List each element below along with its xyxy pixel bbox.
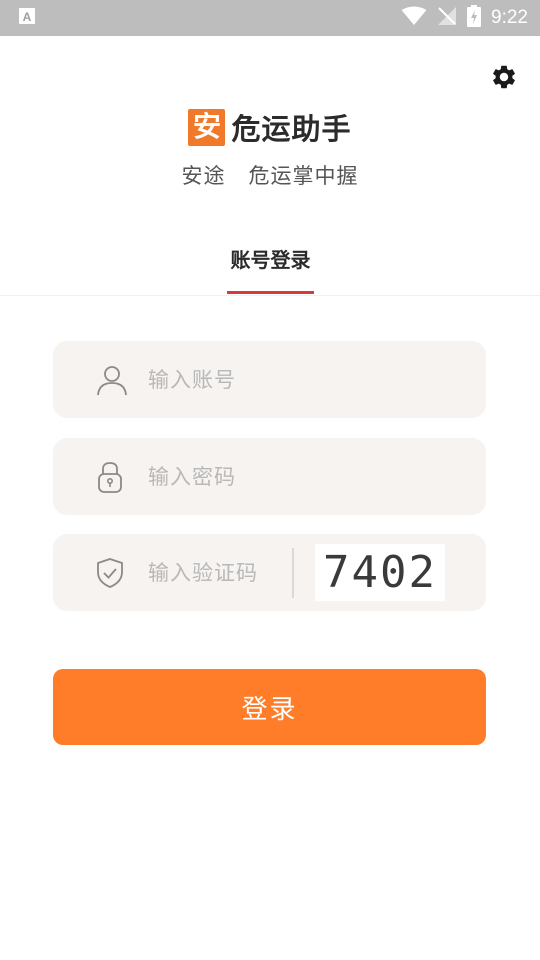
lock-icon — [95, 460, 125, 494]
captcha-image[interactable]: 7402 — [315, 544, 445, 601]
settings-button[interactable] — [489, 64, 519, 94]
password-input[interactable] — [148, 438, 468, 515]
shield-check-icon — [95, 557, 125, 589]
captcha-input[interactable] — [148, 534, 286, 611]
account-field[interactable] — [53, 341, 486, 418]
app-name: 危运助手 — [231, 112, 352, 146]
app-slogan: 安途 危运掌中握 — [181, 164, 359, 188]
svg-text:A: A — [23, 10, 32, 24]
no-signal-icon — [437, 6, 457, 30]
account-input[interactable] — [148, 341, 468, 418]
captcha-field[interactable]: 7402 — [53, 534, 486, 611]
a-notification-icon: A — [18, 7, 36, 29]
captcha-divider — [292, 548, 294, 598]
app-logo: 安 — [188, 108, 226, 146]
battery-charging-icon — [467, 5, 482, 31]
tab-active-indicator — [227, 291, 314, 294]
password-field[interactable] — [53, 438, 486, 515]
captcha-text: 7402 — [323, 547, 437, 598]
tab-account-login[interactable]: 账号登录 — [227, 244, 314, 273]
status-time: 9:22 — [491, 7, 528, 28]
login-button[interactable]: 登录 — [53, 669, 486, 745]
status-bar: A 9:22 — [0, 0, 540, 36]
wifi-icon — [401, 6, 427, 30]
gear-icon — [490, 63, 518, 95]
tab-divider — [0, 295, 540, 296]
user-icon — [95, 363, 129, 397]
brand-header: 安 危运助手 — [0, 106, 540, 148]
